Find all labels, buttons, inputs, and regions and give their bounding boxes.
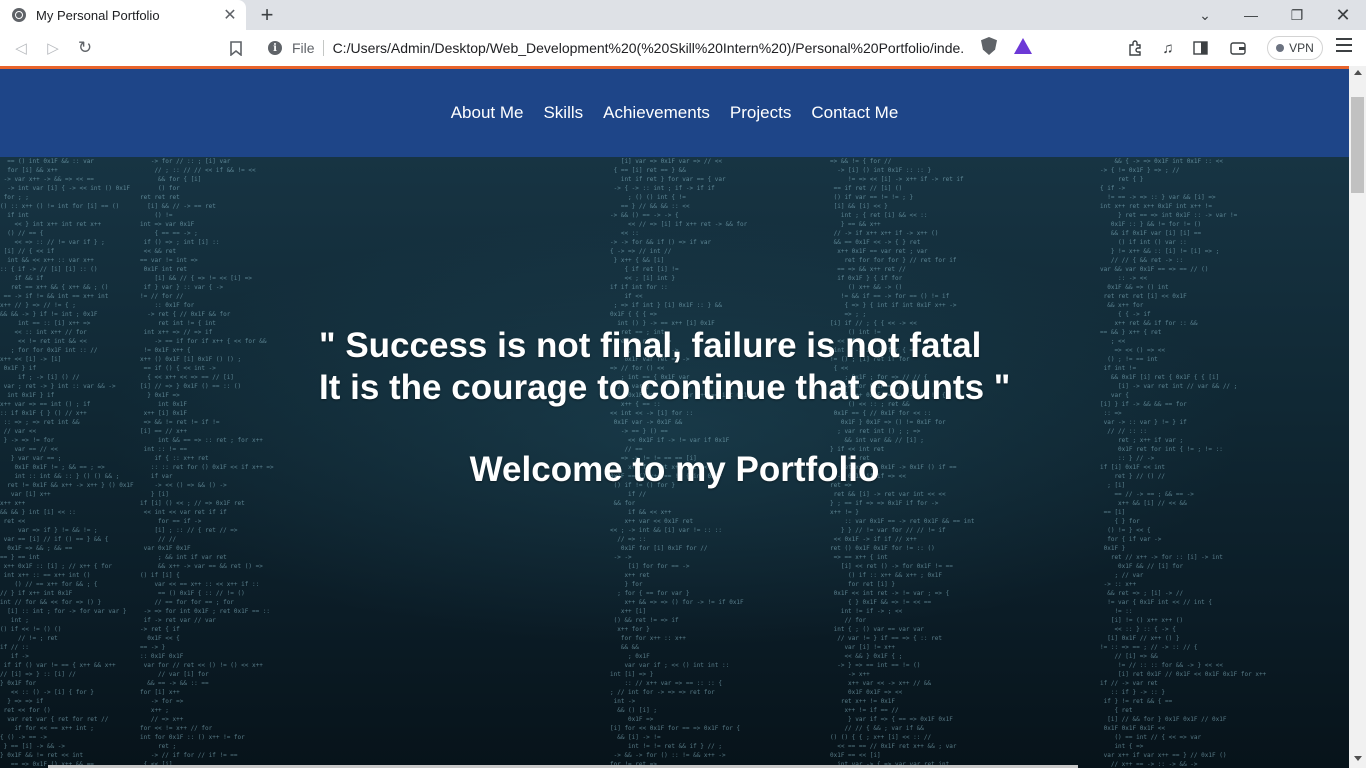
nav-achievements[interactable]: Achievements [593,103,720,123]
tab-strip: My Personal Portfolio ✕ + ⌄ — ❐ ✕ [0,0,1366,30]
scrollbar-thumb[interactable] [1351,97,1364,193]
scroll-down-arrow-icon[interactable] [1354,756,1362,761]
site-info-icon[interactable]: i [268,41,282,55]
address-url[interactable]: C:/Users/Admin/Desktop/Web_Development%2… [333,40,965,56]
sidebar-icon[interactable] [1189,37,1211,59]
active-tab[interactable]: My Personal Portfolio ✕ [0,0,246,30]
close-tab-icon[interactable]: ✕ [220,5,240,25]
page-viewport: About Me Skills Achievements Projects Co… [0,66,1366,768]
site-navbar: About Me Skills Achievements Projects Co… [0,69,1349,157]
scroll-up-arrow-icon[interactable] [1354,70,1362,75]
brave-rewards-icon[interactable] [1014,38,1032,54]
quote-line-2: It is the courage to continue that count… [319,368,1011,407]
quote-line-1: " Success is not final, failure is not f… [319,326,982,365]
extensions-icon[interactable] [1124,37,1146,59]
hero-section: == () int 0x1F && :: var for [i] && x++ … [0,157,1349,768]
globe-icon [12,8,26,22]
forward-button[interactable]: ▷ [42,37,64,59]
nav-projects[interactable]: Projects [720,103,801,123]
nav-about-me[interactable]: About Me [441,103,534,123]
vpn-status-icon [1276,44,1285,52]
vpn-button[interactable]: VPN [1267,36,1323,60]
back-button[interactable]: ◁ [10,37,32,59]
hamburger-menu-icon[interactable] [1336,38,1352,58]
restore-button[interactable]: ❐ [1274,0,1320,30]
tab-title: My Personal Portfolio [36,7,160,23]
close-window-button[interactable]: ✕ [1320,0,1366,30]
nav-skills[interactable]: Skills [533,103,593,123]
tab-search-chevron-icon[interactable]: ⌄ [1182,0,1228,30]
welcome-heading: Welcome to my Portfolio [469,450,880,489]
wallet-icon[interactable] [1227,37,1249,59]
bookmark-icon[interactable] [225,37,247,59]
address-bar[interactable]: i File C:/Users/Admin/Desktop/Web_Develo… [258,34,1042,62]
vpn-label: VPN [1289,41,1314,55]
browser-toolbar: ◁ ▷ ↻ i File C:/Users/Admin/Desktop/Web_… [0,30,1366,66]
media-music-icon[interactable]: ♫ [1157,37,1179,59]
nav-contact-me[interactable]: Contact Me [801,103,908,123]
reload-button[interactable]: ↻ [74,37,96,59]
new-tab-button[interactable]: + [256,2,278,27]
address-scheme: File [292,40,324,56]
hero-quote: " Success is not final, failure is not f… [319,325,1079,409]
minimize-button[interactable]: — [1228,0,1274,30]
